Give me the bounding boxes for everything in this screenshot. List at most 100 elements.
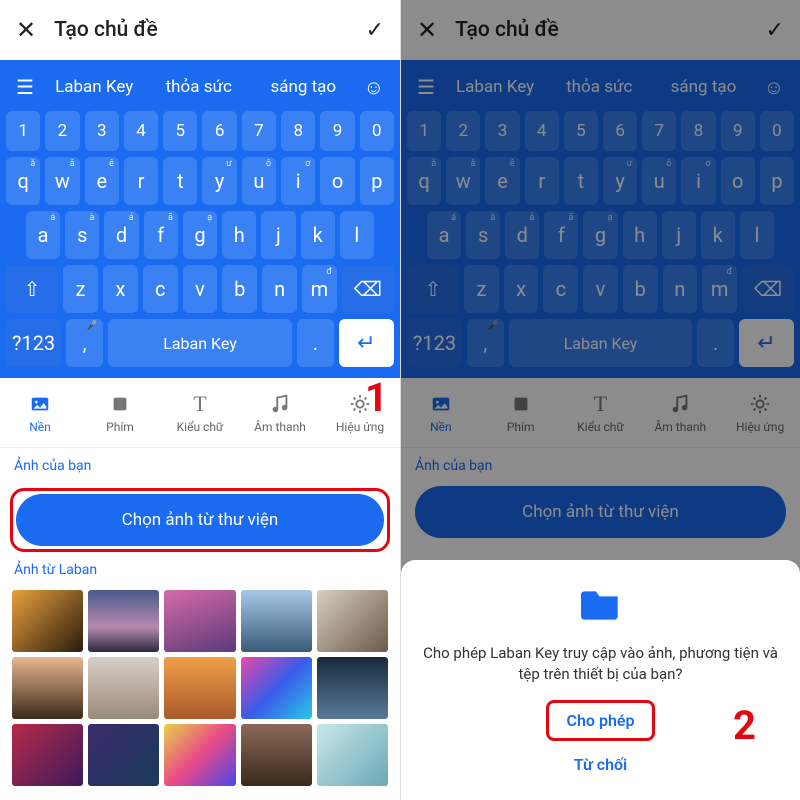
key-7[interactable]: 7 xyxy=(242,111,276,151)
key-0[interactable]: 0 xyxy=(360,111,394,151)
tab-Kiểu chữ[interactable]: TKiểu chữ xyxy=(561,378,641,447)
key-4[interactable]: 4 xyxy=(525,111,559,151)
key-o[interactable]: o xyxy=(721,157,755,205)
key-z[interactable]: z xyxy=(63,265,98,313)
confirm-icon[interactable]: ✓ xyxy=(766,18,784,43)
key-h[interactable]: h xyxy=(623,211,657,259)
key-[interactable]: ,🎤 xyxy=(467,319,504,367)
key-q[interactable]: qă xyxy=(407,157,441,205)
key-m[interactable]: mđ xyxy=(702,265,737,313)
key-t[interactable]: t xyxy=(564,157,598,205)
key-x[interactable]: x xyxy=(103,265,138,313)
wallpaper-thumb[interactable] xyxy=(164,590,235,652)
key-LabanKey[interactable]: Laban Key xyxy=(509,319,693,367)
key-e[interactable]: eê xyxy=(485,157,519,205)
wallpaper-thumb[interactable] xyxy=(12,724,83,786)
key-l[interactable]: l xyxy=(740,211,774,259)
key-d[interactable]: dả xyxy=(104,211,138,259)
key-3[interactable]: 3 xyxy=(85,111,119,151)
key-e[interactable]: eê xyxy=(85,157,119,205)
key-g[interactable]: gạ xyxy=(583,211,617,259)
key-[interactable]: ⌫ xyxy=(342,265,394,313)
key-n[interactable]: n xyxy=(663,265,698,313)
key-a[interactable]: aá xyxy=(427,211,461,259)
key-j[interactable]: j xyxy=(261,211,295,259)
key-5[interactable]: 5 xyxy=(564,111,598,151)
wallpaper-thumb[interactable] xyxy=(241,724,312,786)
key-o[interactable]: o xyxy=(320,157,354,205)
key-v[interactable]: v xyxy=(583,265,618,313)
suggestion-3[interactable]: sáng tạo xyxy=(253,77,354,97)
key-q[interactable]: qă xyxy=(6,157,40,205)
emoji-icon[interactable]: ☺ xyxy=(758,75,790,100)
key-u[interactable]: uô xyxy=(242,157,276,205)
tab-Phím[interactable]: Phím xyxy=(80,378,160,447)
key-a[interactable]: aá xyxy=(26,211,60,259)
key-[interactable]: ↵ xyxy=(739,319,794,367)
wallpaper-thumb[interactable] xyxy=(164,657,235,719)
key-2[interactable]: 2 xyxy=(446,111,480,151)
wallpaper-thumb[interactable] xyxy=(88,590,159,652)
key-f[interactable]: fã xyxy=(144,211,178,259)
deny-button[interactable]: Từ chối xyxy=(556,747,645,782)
key-[interactable]: . xyxy=(297,319,334,367)
key-b[interactable]: b xyxy=(222,265,257,313)
key-g[interactable]: gạ xyxy=(183,211,217,259)
key-[interactable]: ⇧ xyxy=(407,265,459,313)
key-n[interactable]: n xyxy=(262,265,297,313)
key-[interactable]: . xyxy=(697,319,734,367)
wallpaper-thumb[interactable] xyxy=(317,724,388,786)
menu-icon[interactable]: ☰ xyxy=(10,75,40,99)
suggestion-2[interactable]: thỏa sức xyxy=(549,77,649,97)
wallpaper-thumb[interactable] xyxy=(241,590,312,652)
wallpaper-thumb[interactable] xyxy=(164,724,235,786)
key-l[interactable]: l xyxy=(340,211,374,259)
key-i[interactable]: iơ xyxy=(681,157,715,205)
suggestion-1[interactable]: Laban Key xyxy=(445,77,545,97)
key-s[interactable]: sà xyxy=(65,211,99,259)
key-k[interactable]: k xyxy=(301,211,335,259)
wallpaper-thumb[interactable] xyxy=(12,590,83,652)
key-6[interactable]: 6 xyxy=(603,111,637,151)
key-z[interactable]: z xyxy=(464,265,499,313)
close-icon[interactable]: ✕ xyxy=(16,16,36,44)
emoji-icon[interactable]: ☺ xyxy=(358,75,390,100)
key-3[interactable]: 3 xyxy=(485,111,519,151)
tab-Nền[interactable]: Nền xyxy=(0,378,80,447)
tab-Âm thanh[interactable]: Âm thanh xyxy=(640,378,720,447)
allow-button[interactable]: Cho phép xyxy=(546,700,656,741)
suggestion-1[interactable]: Laban Key xyxy=(44,77,145,97)
key-j[interactable]: j xyxy=(662,211,696,259)
tab-Phím[interactable]: Phím xyxy=(481,378,561,447)
key-[interactable]: ,🎤 xyxy=(66,319,103,367)
menu-icon[interactable]: ☰ xyxy=(411,75,441,99)
tab-Nền[interactable]: Nền xyxy=(401,378,481,447)
tab-Âm thanh[interactable]: Âm thanh xyxy=(240,378,320,447)
wallpaper-thumb[interactable] xyxy=(88,724,159,786)
key-8[interactable]: 8 xyxy=(281,111,315,151)
suggestion-2[interactable]: thỏa sức xyxy=(148,77,249,97)
suggestion-3[interactable]: sáng tạo xyxy=(653,77,753,97)
key-123[interactable]: ?123 xyxy=(6,319,61,367)
key-r[interactable]: r xyxy=(124,157,158,205)
wallpaper-thumb[interactable] xyxy=(241,657,312,719)
tab-Kiểu chữ[interactable]: TKiểu chữ xyxy=(160,378,240,447)
key-x[interactable]: x xyxy=(504,265,539,313)
key-m[interactable]: mđ xyxy=(302,265,337,313)
key-9[interactable]: 9 xyxy=(320,111,354,151)
key-9[interactable]: 9 xyxy=(721,111,755,151)
key-b[interactable]: b xyxy=(623,265,658,313)
choose-from-library-button[interactable]: Chọn ảnh từ thư viện xyxy=(16,494,384,546)
key-c[interactable]: c xyxy=(543,265,578,313)
close-icon[interactable]: ✕ xyxy=(417,16,437,44)
key-0[interactable]: 0 xyxy=(760,111,794,151)
key-y[interactable]: yư xyxy=(202,157,236,205)
key-[interactable]: ⌫ xyxy=(742,265,794,313)
key-1[interactable]: 1 xyxy=(407,111,441,151)
key-h[interactable]: h xyxy=(222,211,256,259)
key-w[interactable]: wâ xyxy=(45,157,79,205)
key-p[interactable]: p xyxy=(360,157,394,205)
key-[interactable]: ⇧ xyxy=(6,265,58,313)
key-d[interactable]: dả xyxy=(505,211,539,259)
key-w[interactable]: wâ xyxy=(446,157,480,205)
